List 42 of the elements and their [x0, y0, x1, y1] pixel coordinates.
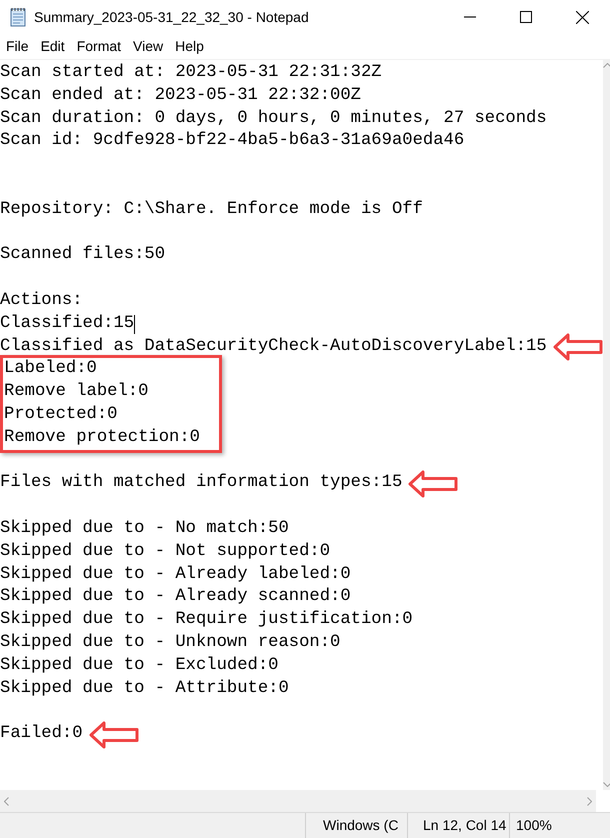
horizontal-scrollbar[interactable] — [0, 790, 596, 812]
text-line: Skipped due to - Excluded:0 — [0, 654, 278, 677]
window-title: Summary_2023-05-31_22_32_30 - Notepad — [34, 8, 309, 27]
zoom-status: 100% — [516, 816, 552, 835]
menu-item[interactable]: Edit — [34, 34, 71, 59]
text-line: Skipped due to - Attribute:0 — [0, 678, 289, 700]
text-line: Failed:0 — [0, 723, 83, 746]
cursor-position-status: Ln 12, Col 14 — [423, 816, 506, 835]
text-line: Skipped due to - Already labeled:0 — [0, 564, 351, 586]
maximize-icon — [520, 11, 532, 23]
close-icon — [576, 10, 588, 24]
text-line: Classified:15 — [0, 312, 134, 335]
scroll-up-icon — [602, 63, 610, 68]
text-line: Remove label:0 — [4, 381, 148, 404]
text-line: Skipped due to - Already scanned:0 — [0, 586, 351, 608]
scroll-right-icon — [587, 796, 592, 806]
text-line: Scanned files:50 — [0, 244, 166, 266]
notepad-icon — [9, 7, 27, 27]
text-line: Skipped due to - No match:50 — [0, 518, 289, 540]
menu-item[interactable]: View — [127, 34, 170, 59]
text-line: Repository: C:\Share. Enforce mode is Off — [0, 198, 423, 221]
text-line: Remove protection:0 — [4, 426, 200, 449]
text-line: Skipped due to - Require justification:0 — [0, 609, 413, 632]
menu-item[interactable]: Help — [169, 34, 210, 59]
menu-item[interactable]: File — [0, 34, 35, 59]
encoding-status: Windows (C — [323, 816, 398, 835]
text-line: Skipped due to - Not supported:0 — [0, 540, 330, 563]
text-line: Scan started at: 2023-05-31 22:31:32Z — [0, 62, 382, 84]
text-line: Skipped due to - Unknown reason:0 — [0, 632, 340, 654]
text-line: Labeled:0 — [4, 358, 97, 380]
text-line: Protected:0 — [4, 404, 118, 426]
text-line: Scan id: 9cdfe928-bf22-4ba5-b6a3-31a69a0eda46 — [0, 130, 464, 152]
text-line: Scan duration: 0 days, 0 hours, 0 minutes, 27 seconds — [0, 108, 547, 130]
scroll-down-icon — [602, 782, 610, 787]
text-line: Classified as DataSecurityCheck-AutoDiscoveryLabel:15 — [0, 336, 547, 358]
text-line: Actions: — [0, 290, 83, 312]
minimize-icon — [464, 16, 476, 18]
text-line: Files with matched information types:15 — [0, 472, 402, 494]
scroll-left-icon — [4, 796, 9, 806]
menu-item[interactable]: Format — [70, 34, 128, 59]
text-line: Scan ended at: 2023-05-31 22:32:00Z — [0, 84, 361, 107]
vertical-scrollbar[interactable] — [602, 60, 610, 790]
